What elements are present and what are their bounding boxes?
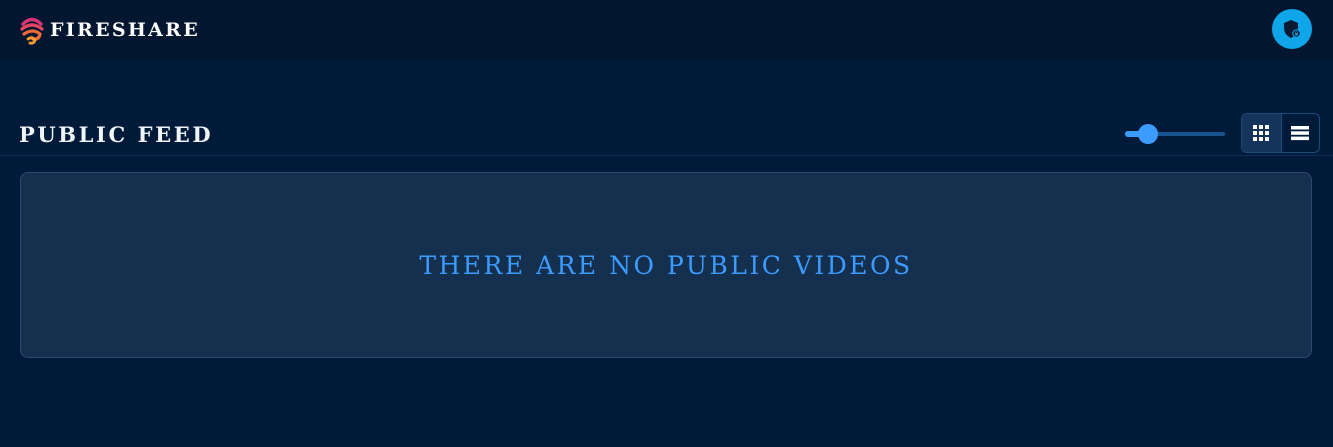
card-size-slider[interactable] <box>1124 124 1226 144</box>
slider-thumb[interactable] <box>1138 124 1158 144</box>
page-title: PUBLIC FEED <box>19 122 214 147</box>
header-divider <box>0 155 1333 156</box>
list-view-icon <box>1291 126 1310 141</box>
grid-view-button[interactable] <box>1242 114 1281 152</box>
grid-view-icon <box>1253 125 1270 141</box>
admin-login-button[interactable] <box>1272 9 1312 49</box>
view-mode-toggle <box>1241 113 1320 153</box>
empty-feed-panel: THERE ARE NO PUBLIC VIDEOS <box>20 172 1312 358</box>
brand-name: FIRESHARE <box>50 19 201 41</box>
fireshare-logo-icon <box>20 17 44 45</box>
brand[interactable]: FIRESHARE <box>19 14 200 46</box>
top-app-bar: FIRESHARE <box>0 0 1333 61</box>
empty-message: THERE ARE NO PUBLIC VIDEOS <box>419 250 913 280</box>
list-view-button[interactable] <box>1280 114 1320 152</box>
admin-shield-icon <box>1284 20 1301 38</box>
